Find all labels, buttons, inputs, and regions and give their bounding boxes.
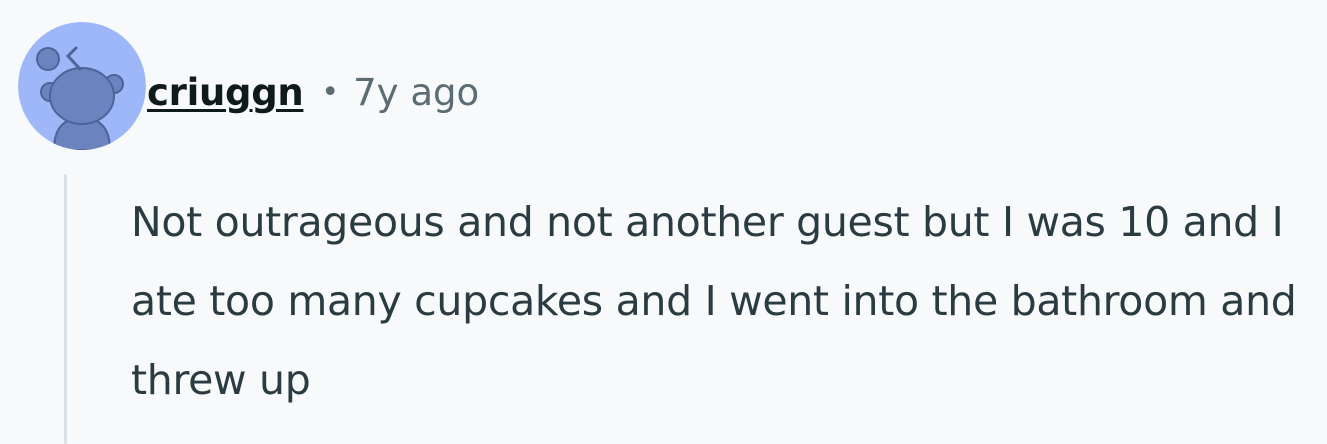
thread-line[interactable] <box>64 174 67 444</box>
snoo-avatar-icon <box>18 22 146 150</box>
user-avatar[interactable] <box>18 22 146 150</box>
meta-separator: • <box>321 74 340 110</box>
username-link[interactable]: criuggn <box>147 71 304 114</box>
comment-timestamp[interactable]: 7y ago <box>353 71 479 114</box>
comment-body: Not outrageous and not another guest but… <box>131 198 1297 404</box>
comment-meta: criuggn • 7y ago <box>147 62 479 122</box>
comment-card: criuggn • 7y ago Not outrageous and not … <box>0 0 1327 444</box>
